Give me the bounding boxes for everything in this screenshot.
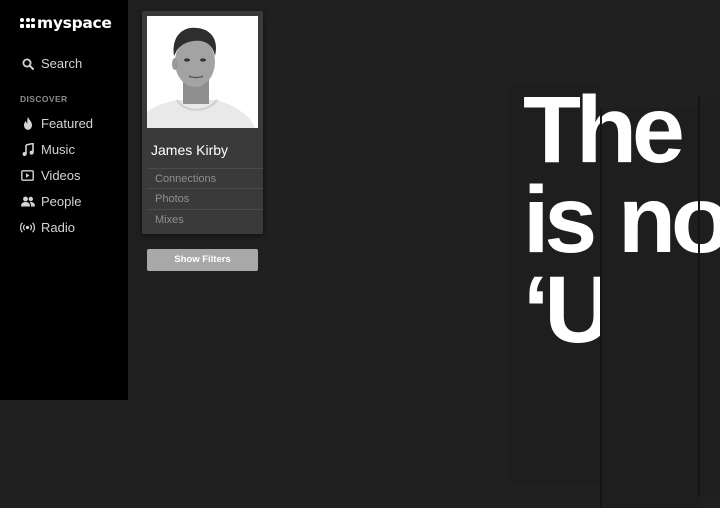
sidebar-item-label: Videos xyxy=(41,168,81,183)
sidebar-item-people[interactable]: People xyxy=(20,194,81,209)
discover-heading: DISCOVER xyxy=(20,94,68,104)
sidebar-item-radio[interactable]: Radio xyxy=(20,220,75,235)
myspace-logo-icon xyxy=(20,18,35,28)
show-filters-button[interactable]: Show Filters xyxy=(147,249,258,271)
sidebar-item-label: Featured xyxy=(41,116,94,131)
search-icon xyxy=(20,56,35,71)
poster-tile-3[interactable]: The no xyxy=(698,96,720,496)
poster-text: no xyxy=(618,167,700,273)
sidebar-item-label: Radio xyxy=(41,220,75,235)
sidebar-item-featured[interactable]: Featured xyxy=(20,116,93,131)
sidebar: myspace Search DISCOVER Featured Music V… xyxy=(0,0,128,400)
connections-link[interactable]: Connections xyxy=(147,168,263,188)
profile-photo[interactable] xyxy=(147,16,258,128)
logo-text: myspace xyxy=(37,14,112,32)
poster-tile-1[interactable]: The is ‘U’ xyxy=(508,84,600,484)
mixes-link[interactable]: Mixes xyxy=(147,209,263,229)
radio-icon xyxy=(20,220,35,235)
poster-text: ‘U’ xyxy=(523,257,600,363)
sidebar-item-label: People xyxy=(41,194,82,209)
sidebar-item-music[interactable]: Music xyxy=(20,142,75,157)
myspace-logo[interactable]: myspace xyxy=(20,14,112,32)
people-icon xyxy=(20,194,35,209)
poster-text: no xyxy=(700,166,720,275)
profile-card: James Kirby Connections Photos Mixes xyxy=(142,11,263,234)
video-icon xyxy=(20,168,35,183)
search-button[interactable]: Search xyxy=(20,56,82,71)
flame-icon xyxy=(20,116,35,131)
music-note-icon xyxy=(20,142,35,157)
poster-tile-2[interactable]: The no xyxy=(600,108,700,508)
sidebar-item-videos[interactable]: Videos xyxy=(20,168,81,183)
search-label: Search xyxy=(41,56,83,71)
profile-name: James Kirby xyxy=(151,142,229,158)
sidebar-item-label: Music xyxy=(41,142,75,157)
photos-link[interactable]: Photos xyxy=(147,188,263,208)
